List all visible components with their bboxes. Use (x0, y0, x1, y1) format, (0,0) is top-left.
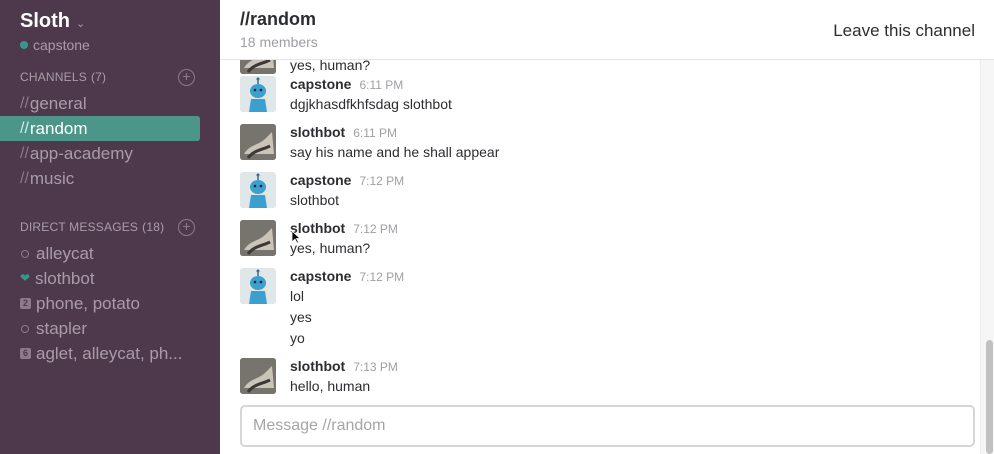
channels-header[interactable]: CHANNELS (7) (20, 70, 106, 84)
scrollbar-thumb[interactable] (986, 340, 993, 454)
message-composer (240, 405, 975, 447)
channel-prefix: // (20, 170, 29, 187)
channel-prefix: // (20, 145, 29, 162)
message-text: yes, human? (290, 60, 371, 73)
message-input[interactable] (242, 407, 973, 445)
message-timestamp[interactable]: 7:12 PM (359, 270, 404, 284)
avatar[interactable] (240, 124, 276, 160)
channels-count: (7) (90, 70, 107, 84)
message: capstone 7:12 PM slothbot (240, 172, 980, 212)
message-timestamp[interactable]: 7:13 PM (353, 360, 398, 374)
message-timestamp[interactable]: 7:12 PM (359, 174, 404, 188)
message-author[interactable]: capstone (290, 268, 351, 284)
dm-label: alleycat (36, 244, 94, 263)
team-name: Sloth (20, 10, 70, 32)
avatar[interactable] (240, 220, 276, 256)
message: slothbot 7:12 PM yes, human? (240, 220, 980, 260)
message-timestamp[interactable]: 7:12 PM (353, 222, 398, 236)
leave-channel-button[interactable]: Leave this channel (833, 21, 975, 41)
heart-icon: ❤ (20, 271, 31, 285)
channels-header-label: CHANNELS (20, 70, 87, 84)
message: slothbot 7:13 PM hello, human (240, 358, 980, 398)
dm-header-label: DIRECT MESSAGES (20, 220, 139, 234)
dm-label: aglet, alleycat, ph... (36, 344, 183, 363)
add-dm-icon[interactable]: + (178, 219, 195, 236)
avatar[interactable] (240, 60, 276, 74)
message-text: yes, human? (290, 240, 371, 256)
sidebar-item-stapler[interactable]: stapler (0, 316, 200, 341)
chevron-down-icon: ⌄ (76, 17, 86, 30)
presence-dot-icon (20, 41, 28, 49)
channel-label: music (29, 169, 75, 188)
dm-label: slothbot (35, 269, 95, 288)
message: capstone 6:11 PM dgjkhasdfkhfsdag slothb… (240, 76, 980, 116)
message-author[interactable]: slothbot (290, 358, 345, 374)
dm-count: (18) (142, 220, 165, 234)
mouse-cursor-icon (291, 230, 301, 244)
message: capstone 7:12 PM lol yes yo (240, 268, 980, 350)
message-author[interactable]: capstone (290, 76, 351, 92)
away-status-icon (21, 249, 29, 258)
sidebar: Sloth ⌄ capstone CHANNELS (7) + // gener… (0, 0, 220, 454)
channel-prefix: // (20, 95, 29, 112)
message: slothbot 6:11 PM say his name and he sha… (240, 124, 980, 164)
avatar[interactable] (240, 268, 276, 304)
sidebar-item-slothbot[interactable]: ❤ slothbot (0, 266, 200, 291)
message-list: yes, human? capstone 6:11 PM dgjkhasdfkh… (220, 60, 994, 400)
message-text: lol (290, 288, 305, 304)
dm-label: phone, potato (36, 294, 140, 313)
channel-label: general (29, 94, 87, 113)
message-timestamp[interactable]: 6:11 PM (353, 126, 397, 140)
current-user[interactable]: capstone (20, 37, 90, 53)
sidebar-item-random[interactable]: // random (0, 116, 200, 141)
group-count-icon: 6 (20, 348, 31, 359)
current-user-name: capstone (33, 37, 90, 53)
add-channel-icon[interactable]: + (178, 69, 195, 86)
member-count[interactable]: 18 members (240, 34, 318, 50)
message-author[interactable]: slothbot (290, 124, 345, 140)
dm-header[interactable]: DIRECT MESSAGES (18) (20, 220, 164, 234)
sidebar-item-general[interactable]: // general (0, 91, 200, 116)
team-menu[interactable]: Sloth ⌄ (20, 10, 85, 33)
message-text: slothbot (290, 192, 340, 208)
message-timestamp[interactable]: 6:11 PM (359, 78, 403, 92)
channel-label: app-academy (29, 144, 133, 163)
sidebar-item-phone-potato[interactable]: 2 phone, potato (0, 291, 200, 316)
message-text: yes (290, 309, 312, 325)
sidebar-item-aglet-group[interactable]: 6 aglet, alleycat, ph... (0, 341, 200, 366)
channel-label: random (29, 119, 88, 138)
avatar[interactable] (240, 76, 276, 112)
avatar[interactable] (240, 172, 276, 208)
channel-prefix: // (20, 120, 29, 137)
message-text: dgjkhasdfkhfsdag slothbot (290, 96, 452, 112)
dm-label: stapler (36, 319, 88, 338)
avatar[interactable] (240, 358, 276, 394)
message-author[interactable]: capstone (290, 172, 351, 188)
channel-title: //random (240, 9, 317, 29)
away-status-icon (21, 324, 29, 333)
message: yes, human? (240, 60, 980, 74)
message-text: hello, human (290, 378, 371, 394)
group-count-icon: 2 (20, 298, 31, 309)
channel-header: //random 18 members Leave this channel (220, 0, 994, 60)
sidebar-item-music[interactable]: // music (0, 166, 200, 191)
message-text: say his name and he shall appear (290, 144, 500, 160)
sidebar-item-alleycat[interactable]: alleycat (0, 241, 200, 266)
sidebar-item-app-academy[interactable]: // app-academy (0, 141, 200, 166)
message-text: yo (290, 330, 305, 346)
